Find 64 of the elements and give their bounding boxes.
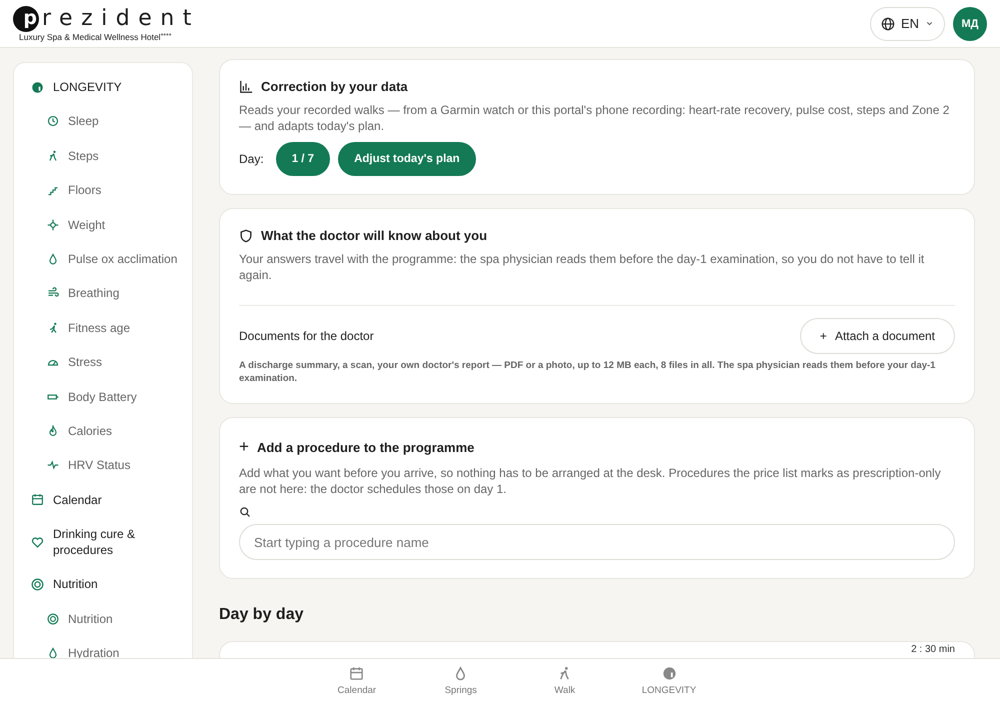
user-avatar[interactable]: МД <box>953 6 987 40</box>
card-description: Add what you want before you arrive, so nothing has to be arranged at the desk. Procedures the price list marks as prescription-only are not here: the doctor schedules those on day 1. <box>239 465 942 497</box>
sidebar-subitem[interactable]: Pulse ox acclimation <box>47 250 178 267</box>
bottom-nav-item[interactable]: Springs <box>434 666 488 696</box>
adjust-plan-button[interactable]: Adjust today's plan <box>338 142 476 176</box>
heart-icon <box>31 536 44 549</box>
shield-icon <box>239 228 253 242</box>
stairs-icon <box>47 184 59 196</box>
bottom-nav-item[interactable]: LONGEVITY <box>642 666 696 696</box>
sidebar-item[interactable]: LONGEVITY <box>31 79 122 95</box>
sidebar-subitem[interactable]: Steps <box>47 148 99 164</box>
logo-wordmark: rezident <box>42 8 200 30</box>
target-icon <box>31 578 44 591</box>
card-description: Your answers travel with the programme: the spa physician reads them before the day-1 examination, so you do not have to tell it again. <box>239 251 926 283</box>
section-heading: Day by day <box>219 606 304 624</box>
sidebar-subitem[interactable]: Nutrition <box>47 610 113 627</box>
language-selector[interactable]: EN <box>870 6 945 40</box>
sidebar-subitem[interactable]: Hydration <box>47 645 120 662</box>
sidebar-item[interactable]: Nutrition <box>31 576 98 592</box>
sidebar-subitem[interactable]: Breathing <box>47 285 120 302</box>
sidebar-subitem[interactable]: Stress <box>47 354 102 370</box>
documents-label: Documents for the doctor <box>239 329 374 343</box>
day-label: Day: <box>239 152 264 166</box>
card-title: What the doctor will know about you <box>261 228 488 243</box>
target-icon <box>47 612 59 625</box>
sidebar-subitem[interactable]: Sleep <box>47 113 99 130</box>
drop-icon <box>47 252 59 265</box>
pulse-line-icon <box>47 459 59 472</box>
walking-figure-icon <box>47 150 59 162</box>
logo-mark: p <box>13 6 39 32</box>
sidebar-subitem[interactable]: Body Battery <box>47 388 137 405</box>
calendar-icon <box>349 666 364 681</box>
procedure-search-field[interactable]: Start typing a procedure name <box>239 524 955 560</box>
plus-icon: + <box>239 437 249 457</box>
card-description: Reads your recorded walks — from a Garmin watch or this portal's phone recording: heart-rate recovery, pulse cost, steps and Zone 2 — and adapts today's plan. <box>239 102 950 134</box>
bottom-nav-item[interactable]: Calendar <box>330 666 384 696</box>
sidebar-item[interactable]: Calendar <box>31 492 102 508</box>
sidebar-item[interactable]: Drinking cure & procedures <box>31 526 191 558</box>
sidebar-subitem[interactable]: Fitness age <box>47 320 130 336</box>
bottom-nav-item[interactable]: Walk <box>538 666 592 696</box>
caret-icon <box>925 19 934 28</box>
day-counter-button[interactable]: 1 / 7 <box>276 142 330 176</box>
duration-text: 2 : 30 min <box>911 644 955 655</box>
sidebar-subitem[interactable]: Weight <box>47 216 106 233</box>
crosshair-icon <box>47 218 59 231</box>
documents-note: A discharge summary, a scan, your own doctor's report — PDF or a photo, up to 12 MB each, 8 files in all. The spa physician reads them before your day-1 examination. <box>239 359 936 385</box>
search-icon <box>239 506 251 518</box>
bar-chart-icon <box>239 80 253 94</box>
card-title: Correction by your data <box>261 79 408 94</box>
card-title: Add a procedure to the programme <box>256 440 474 454</box>
flame-icon <box>47 424 59 437</box>
attach-document-button[interactable]: + Attach a document <box>800 318 955 354</box>
sidebar-subitem[interactable]: Calories <box>47 422 112 439</box>
half-circle-icon <box>662 666 676 681</box>
drop-icon <box>47 647 59 660</box>
sidebar-subitem[interactable]: Floors <box>47 182 102 198</box>
sidebar-subitem[interactable]: HRV Status <box>47 457 130 474</box>
clock-icon <box>47 115 59 128</box>
running-figure-icon <box>47 322 59 334</box>
calendar-icon <box>31 493 44 506</box>
wind-icon <box>47 287 59 300</box>
logo-tagline: Luxury Spa & Medical Wellness Hotel <box>19 32 161 42</box>
globe-icon <box>880 16 895 30</box>
half-circle-icon <box>31 80 44 94</box>
